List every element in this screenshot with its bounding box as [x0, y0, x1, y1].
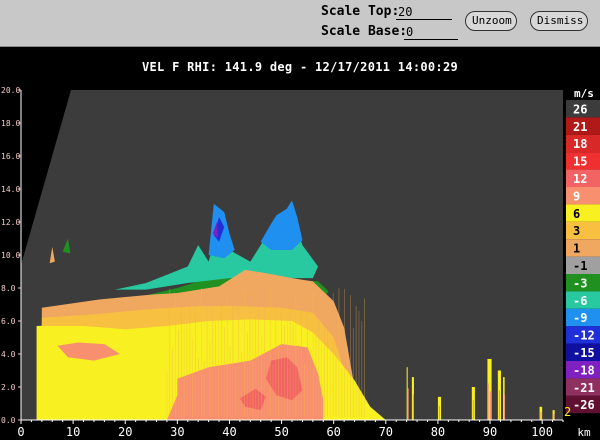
y-tick-label: 0.0 — [1, 416, 16, 425]
corner-annotation: 2 — [564, 405, 571, 419]
colorbar-label: 21 — [573, 120, 587, 134]
colorbar-label: 6 — [573, 207, 580, 221]
echo-cell-core — [498, 390, 500, 420]
colorbar-label: -3 — [573, 276, 587, 290]
echo-cell-core — [553, 414, 555, 420]
scale-base-input[interactable] — [404, 24, 458, 40]
colorbar-label: 15 — [573, 155, 587, 169]
y-tick-label: 4.0 — [1, 350, 16, 359]
colorbar-unit: m/s — [574, 87, 594, 100]
y-tick-label: 8.0 — [1, 284, 16, 293]
echo-cell-core — [412, 394, 414, 420]
echo-cell-core — [504, 394, 506, 420]
colorbar-label: -26 — [573, 398, 595, 412]
y-tick-label: 20.0 — [1, 86, 20, 95]
x-tick-label: 10 — [66, 425, 80, 439]
x-tick-label: 50 — [274, 425, 288, 439]
scale-base-label: Scale Base: — [321, 24, 408, 39]
colorbar-label: 18 — [573, 137, 587, 151]
colorbar-label: -18 — [573, 363, 595, 377]
colorbar-label: 1 — [573, 242, 580, 256]
echo-cell-core — [540, 412, 542, 420]
colorbar-label: -1 — [573, 259, 587, 273]
colorbar-swatch — [566, 204, 600, 222]
x-tick-label: 40 — [222, 425, 236, 439]
x-tick-label: 30 — [170, 425, 184, 439]
y-tick-label: 12.0 — [1, 218, 20, 227]
colorbar-swatch — [566, 221, 600, 240]
x-tick-label: 60 — [326, 425, 340, 439]
echo-cell-core — [489, 391, 491, 420]
x-tick-label: 90 — [483, 425, 497, 439]
y-tick-label: 10.0 — [1, 251, 20, 260]
plot-title: VEL F RHI: 141.9 deg - 12/17/2011 14:00:… — [141, 60, 459, 74]
colorbar-swatch — [566, 187, 600, 205]
y-tick-label: 14.0 — [1, 185, 20, 194]
colorbar-label: 3 — [573, 224, 580, 238]
echo-cell — [406, 367, 408, 420]
y-tick-label: 18.0 — [1, 119, 20, 128]
x-tick-label: 100 — [531, 425, 553, 439]
y-tick-label: 2.0 — [1, 383, 16, 392]
colorbar-label: 26 — [573, 102, 587, 116]
y-tick-label: 16.0 — [1, 152, 20, 161]
x-tick-label: 70 — [379, 425, 393, 439]
colorbar-label: -15 — [573, 346, 595, 360]
colorbar-label: -6 — [573, 294, 587, 308]
echo-cell-core — [472, 400, 474, 420]
echo-cell-core — [407, 388, 409, 420]
toolbar: Scale Top: Scale Base: Unzoom Dismiss — [0, 0, 600, 47]
x-tick-label: 20 — [118, 425, 132, 439]
colorbar-label: -12 — [573, 329, 595, 343]
x-unit-label: km — [577, 426, 591, 439]
colorbar-label: -21 — [573, 381, 595, 395]
scale-top-input[interactable] — [396, 4, 452, 20]
scale-top-label: Scale Top: — [321, 4, 400, 19]
colorbar-label: 12 — [573, 172, 587, 186]
rhi-plot: 0 10 20 30 40 50 60 70 80 90 100 km 0.0 2.0 4.0 6.0 8.0 1… — [1, 86, 600, 439]
unzoom-button[interactable]: Unzoom — [465, 11, 517, 31]
echo-cell-core — [438, 406, 440, 420]
x-tick-label: 0 — [17, 425, 24, 439]
colorbar-label: 9 — [573, 189, 580, 203]
dismiss-button[interactable]: Dismiss — [530, 11, 588, 31]
colorbar: m/s 26 21 18 15 12 9 6 3 1 -1 -3 -6 -9 -12 -15 -18 -21 -26 — [566, 87, 600, 414]
y-tick-label: 6.0 — [1, 317, 16, 326]
colorbar-label: -9 — [573, 311, 587, 325]
colorbar-swatch — [566, 239, 600, 257]
x-tick-label: 80 — [431, 425, 445, 439]
